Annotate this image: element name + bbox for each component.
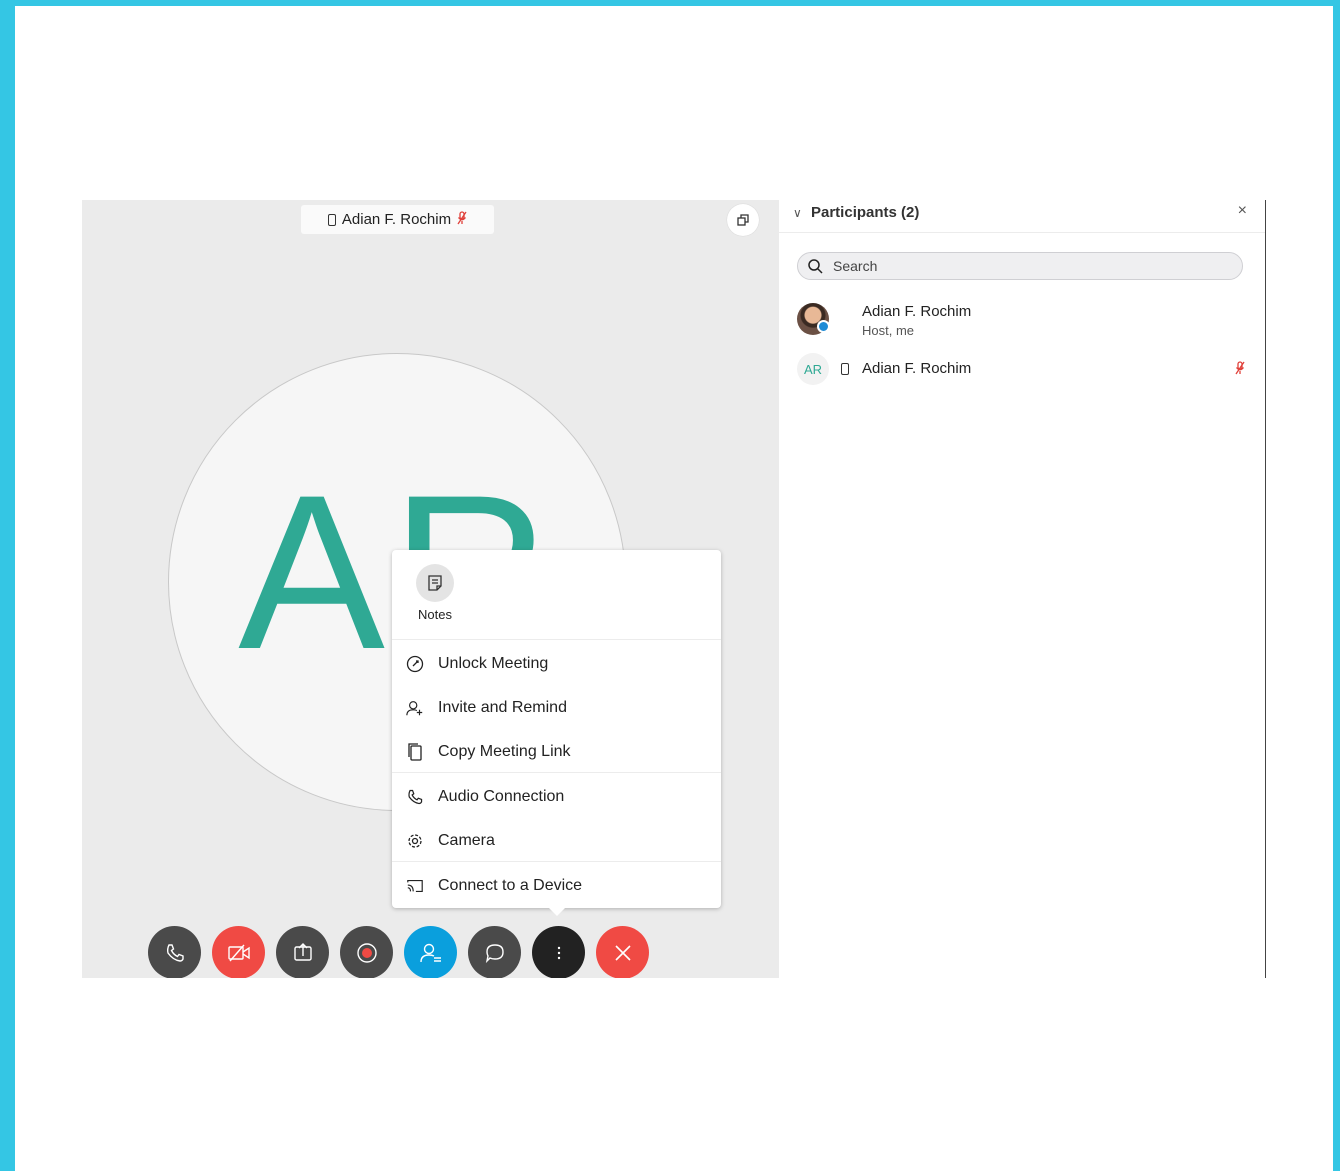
- copy-icon: [406, 743, 424, 761]
- leave-button[interactable]: [596, 926, 649, 978]
- participant-name: Adian F. Rochim: [862, 303, 972, 320]
- phone-device-icon: [327, 213, 336, 226]
- unlock-icon: [406, 655, 424, 673]
- participants-panel: ∨ Participants (2) × Adian F. Rochim Hos…: [779, 200, 1266, 978]
- record-icon: [356, 942, 377, 963]
- share-icon: [293, 942, 312, 961]
- record-button[interactable]: [340, 926, 393, 978]
- menu-item-invite-and-remind[interactable]: Invite and Remind: [392, 690, 721, 726]
- avatar: AR: [797, 353, 829, 385]
- participants-button[interactable]: [404, 926, 457, 978]
- search-field[interactable]: [797, 252, 1243, 280]
- layout-icon: [737, 214, 749, 226]
- participant-name: Adian F. Rochim: [862, 360, 972, 377]
- share-button[interactable]: [276, 926, 329, 978]
- meeting-toolbar: [148, 926, 649, 978]
- phone-icon: [166, 943, 184, 962]
- menu-item-label: Audio Connection: [438, 788, 565, 805]
- notes-button[interactable]: Notes: [414, 564, 456, 622]
- layout-toggle-button[interactable]: [727, 204, 759, 236]
- menu-item-label: Unlock Meeting: [438, 655, 549, 672]
- muted-mic-icon[interactable]: [1235, 361, 1245, 380]
- video-off-button[interactable]: [212, 926, 265, 978]
- menu-item-copy-meeting-link[interactable]: Copy Meeting Link: [392, 734, 721, 770]
- participants-icon: [419, 943, 441, 962]
- notes-icon: [416, 564, 454, 602]
- panel-title: Participants (2): [811, 204, 920, 221]
- more-icon: [557, 946, 560, 959]
- audio-button[interactable]: [148, 926, 201, 978]
- menu-item-label: Copy Meeting Link: [438, 743, 571, 760]
- phone-device-icon: [841, 363, 849, 375]
- panel-header: ∨ Participants (2) ×: [779, 200, 1265, 233]
- cast-icon: [406, 878, 424, 894]
- menu-item-label: Connect to a Device: [438, 877, 583, 894]
- participant-row[interactable]: AR Adian F. Rochim: [779, 353, 1265, 397]
- menu-item-audio-connection[interactable]: Audio Connection: [392, 779, 721, 815]
- menu-divider: [392, 861, 721, 862]
- notes-label: Notes: [418, 607, 452, 622]
- gear-icon: [406, 832, 424, 850]
- menu-item-camera[interactable]: Camera: [392, 823, 721, 859]
- more-button[interactable]: [532, 926, 585, 978]
- muted-mic-icon: [457, 211, 467, 228]
- menu-item-label: Invite and Remind: [438, 699, 567, 716]
- menu-item-unlock-meeting[interactable]: Unlock Meeting: [392, 646, 721, 682]
- active-speaker-chip: Adian F. Rochim: [301, 205, 494, 234]
- phone-icon: [406, 788, 424, 806]
- participant-row[interactable]: Adian F. Rochim Host, me: [779, 300, 1265, 344]
- menu-divider: [392, 772, 721, 773]
- close-icon: [614, 944, 631, 961]
- menu-divider: [392, 639, 721, 640]
- active-speaker-name: Adian F. Rochim: [341, 211, 452, 228]
- more-options-menu: Notes Unlock Meeting Invite and Remind C…: [392, 550, 721, 916]
- participant-role: Host, me: [862, 323, 915, 338]
- menu-item-connect-to-device[interactable]: Connect to a Device: [392, 868, 721, 904]
- video-off-icon: [227, 944, 250, 961]
- invite-icon: [406, 699, 424, 717]
- search-icon: [808, 259, 823, 274]
- menu-item-label: Camera: [438, 832, 495, 849]
- close-panel-button[interactable]: ×: [1238, 202, 1247, 220]
- chat-button[interactable]: [468, 926, 521, 978]
- host-badge-icon: [817, 320, 830, 333]
- chevron-down-icon[interactable]: ∨: [793, 206, 802, 220]
- search-input[interactable]: [831, 257, 1215, 275]
- chat-icon: [485, 943, 504, 963]
